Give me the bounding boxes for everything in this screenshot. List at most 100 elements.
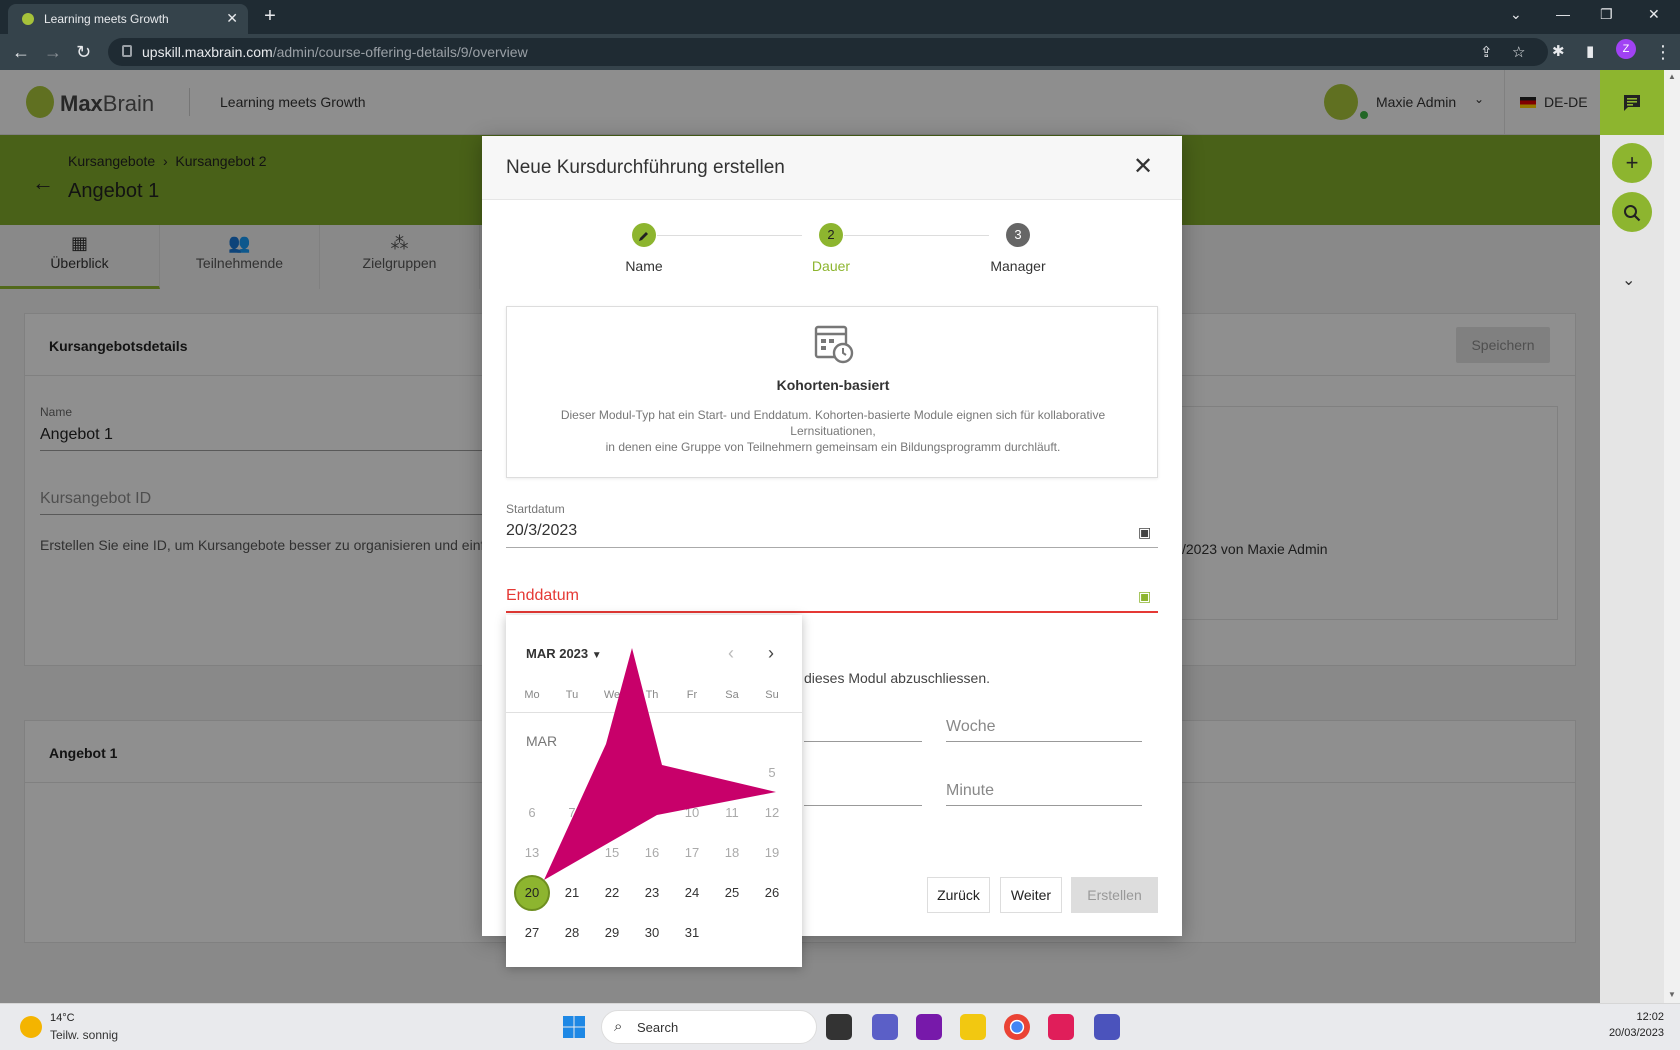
month-year-selector[interactable]: MAR 2023 ▼ (526, 646, 602, 661)
minimize-icon[interactable]: — (1556, 6, 1570, 22)
browser-tab[interactable]: Learning meets Growth ✕ (8, 4, 248, 34)
cohort-type-description: Dieser Modul-Typ hat ein Start- und Endd… (560, 408, 1106, 454)
chrome-icon[interactable] (1004, 1014, 1030, 1040)
calendar-day[interactable]: 26 (754, 875, 790, 911)
calendar-day[interactable]: 30 (634, 915, 670, 951)
step-duration[interactable]: 2 (819, 223, 843, 247)
calendar-day[interactable]: 12 (754, 795, 790, 831)
url-field[interactable]: upskill.maxbrain.com/admin/course-offeri… (108, 38, 1548, 66)
url-path: /admin/course-offering-details/9/overvie… (272, 44, 528, 60)
lock-icon (122, 45, 132, 57)
end-date-calendar-icon[interactable]: ▣ (1138, 588, 1151, 605)
back-icon[interactable]: ← (12, 42, 30, 63)
start-date-calendar-icon[interactable]: ▣ (1138, 524, 1151, 541)
taskbar-clock[interactable]: 12:02 20/03/2023 (1594, 1011, 1664, 1039)
calendar-day[interactable]: 25 (714, 875, 750, 911)
calendar-day[interactable]: 29 (594, 915, 630, 951)
restore-icon[interactable]: ❐ (1600, 6, 1613, 23)
create-button[interactable]: Erstellen (1071, 877, 1158, 913)
calendar-day[interactable]: 23 (634, 875, 670, 911)
step-duration-label[interactable]: Dauer (771, 258, 891, 274)
cohort-type-title: Kohorten-basiert (776, 377, 890, 393)
new-tab-button[interactable]: + (258, 5, 282, 29)
search-icon: ⌕ (614, 1018, 623, 1035)
browser-tab-bar: Learning meets Growth ✕ + ⌄ — ❐ ✕ (0, 0, 1680, 34)
calendar-day[interactable]: 19 (754, 835, 790, 871)
reload-icon[interactable]: ↻ (76, 42, 91, 63)
profile-avatar[interactable]: Z (1616, 39, 1636, 59)
expand-chevron-icon[interactable]: ⌄ (1622, 270, 1635, 290)
search-fab-button[interactable] (1612, 192, 1652, 232)
minute-field[interactable]: Minute (946, 782, 994, 800)
right-rail (1600, 135, 1664, 1003)
chat-button[interactable] (1600, 70, 1664, 135)
calendar-day[interactable]: 17 (674, 835, 710, 871)
calendar-day[interactable]: 7 (554, 795, 590, 831)
calendar-day[interactable]: 24 (674, 875, 710, 911)
teams-icon[interactable] (1094, 1014, 1120, 1040)
pencil-icon (639, 231, 648, 241)
browser-menu-icon[interactable]: ⋮ (1654, 42, 1672, 63)
calendar-day[interactable]: 21 (554, 875, 590, 911)
extensions-icon[interactable]: ✱ (1552, 42, 1565, 60)
calendar-day[interactable]: 5 (754, 755, 790, 791)
step-manager-label[interactable]: Manager (958, 258, 1078, 274)
calendar-day[interactable]: 18 (714, 835, 750, 871)
close-tab-icon[interactable]: ✕ (226, 10, 238, 27)
step-name-label[interactable]: Name (584, 258, 704, 274)
calendar-day-today[interactable]: 20 (514, 875, 550, 911)
back-button[interactable]: Zurück (927, 877, 990, 913)
bookmark-star-icon[interactable]: ☆ (1512, 43, 1525, 61)
calendar-day[interactable]: 6 (514, 795, 550, 831)
duration-hint-text: dieses Modul abzuschliessen. (804, 670, 990, 686)
file-explorer-icon[interactable] (960, 1014, 986, 1040)
weather-sun-icon[interactable] (20, 1016, 42, 1038)
calendar-day[interactable]: 11 (714, 795, 750, 831)
teams-chat-icon[interactable] (872, 1014, 898, 1040)
search-icon (1624, 205, 1641, 222)
month-label: MAR (526, 733, 558, 749)
onenote-icon[interactable] (916, 1014, 942, 1040)
side-panel-icon[interactable]: ▮ (1586, 42, 1594, 60)
step-name-done-icon[interactable] (632, 223, 656, 247)
url-host: upskill.maxbrain.com (142, 44, 273, 60)
slack-icon[interactable] (1048, 1014, 1074, 1040)
calendar-day[interactable]: 15 (594, 835, 630, 871)
previous-month-icon[interactable]: ‹ (728, 643, 734, 664)
calendar-day[interactable]: 10 (674, 795, 710, 831)
task-view-icon[interactable] (826, 1014, 852, 1040)
calendar-day[interactable]: 22 (594, 875, 630, 911)
taskbar-search-label: Search (637, 1020, 679, 1035)
page-scrollbar[interactable]: ▲ ▼ (1664, 70, 1680, 1003)
windows-taskbar: 14°C Teilw. sonnig ⌕ Search 12:02 20/03/… (0, 1003, 1680, 1050)
taskbar-search[interactable]: ⌕ Search (601, 1010, 817, 1044)
start-date-field[interactable]: 20/3/2023 (506, 522, 577, 540)
calendar-day[interactable]: 31 (674, 915, 710, 951)
next-month-icon[interactable]: › (768, 643, 774, 664)
date-picker: MAR 2023 ▼ ‹ › Mo Tu We Th Fr Sa Su MAR 567891… (506, 615, 802, 967)
start-date-label: Startdatum (506, 502, 565, 516)
calendar-day[interactable]: 13 (514, 835, 550, 871)
weather-description[interactable]: Teilw. sonnig (50, 1028, 118, 1042)
add-fab-button[interactable]: + (1612, 143, 1652, 183)
browser-tab-title: Learning meets Growth (44, 12, 169, 26)
step-manager[interactable]: 3 (1006, 223, 1030, 247)
tab-search-icon[interactable]: ⌄ (1510, 6, 1522, 23)
calendar-day[interactable]: 27 (514, 915, 550, 951)
weather-temperature[interactable]: 14°C (50, 1012, 75, 1024)
share-icon[interactable]: ⇪ (1480, 43, 1493, 61)
calendar-day[interactable]: 9 (634, 795, 670, 831)
end-date-field[interactable]: Enddatum (506, 587, 579, 605)
close-window-icon[interactable]: ✕ (1648, 6, 1660, 23)
close-icon[interactable]: ✕ (1133, 152, 1153, 181)
calendar-day[interactable]: 16 (634, 835, 670, 871)
calendar-day[interactable]: 14 (554, 835, 590, 871)
dialog-title: Neue Kursdurchführung erstellen (506, 157, 785, 178)
windows-start-icon[interactable] (563, 1016, 585, 1038)
next-button[interactable]: Weiter (1000, 877, 1062, 913)
week-field[interactable]: Woche (946, 718, 996, 736)
calendar-clock-icon (814, 325, 854, 364)
forward-icon[interactable]: → (44, 42, 62, 63)
calendar-day[interactable]: 28 (554, 915, 590, 951)
calendar-day[interactable]: 8 (594, 795, 630, 831)
